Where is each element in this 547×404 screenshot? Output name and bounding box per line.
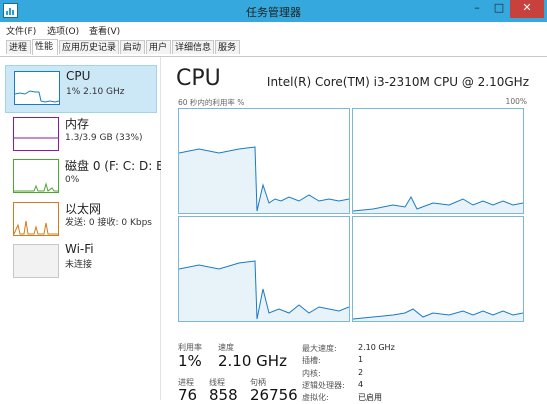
menu-bar: 文件(F) 选项(O) 查看(V)	[0, 22, 547, 38]
page-title: CPU	[176, 66, 221, 91]
virtualization-label: 虚拟化:	[302, 393, 329, 402]
tab-bar: 进程 性能 应用历史记录 启动 用户 详细信息 服务	[0, 38, 547, 57]
sockets-label: 插槽:	[302, 356, 321, 365]
cpu-core-graph-3[interactable]	[178, 216, 350, 322]
cpu-model-name: Intel(R) Core(TM) i3-2310M CPU @ 2.10GHz	[266, 75, 529, 89]
ethernet-thumbnail-graph	[13, 202, 59, 236]
sidebar-item-detail: 发送: 0 接收: 0 Kbps	[65, 218, 152, 228]
title-bar: 任务管理器 – □ ✕	[0, 0, 547, 22]
cpu-detail-pane: CPU Intel(R) Core(TM) i3-2310M CPU @ 2.1…	[161, 57, 547, 404]
window-title: 任务管理器	[246, 6, 301, 19]
logical-processors-label: 逻辑处理器:	[302, 381, 345, 390]
memory-thumbnail-graph	[13, 117, 59, 151]
tab-performance[interactable]: 性能	[32, 39, 58, 55]
cpu-thumbnail-graph	[14, 71, 60, 105]
tab-processes[interactable]: 进程	[6, 40, 31, 54]
close-button[interactable]: ✕	[510, 0, 544, 18]
cores-value: 2	[358, 368, 364, 377]
logical-processors-value: 4	[358, 380, 364, 389]
sidebar-item-wifi[interactable]: Wi-Fi 未连接	[5, 239, 157, 287]
menu-options[interactable]: 选项(O)	[47, 24, 79, 37]
wifi-thumbnail-graph	[13, 244, 59, 278]
sidebar-item-label: 以太网	[65, 202, 102, 216]
menu-view[interactable]: 查看(V)	[89, 24, 120, 37]
processes-value: 76	[178, 386, 198, 404]
utilization-caption: 60 秒内的利用率 %	[178, 98, 245, 107]
tab-users[interactable]: 用户	[146, 40, 171, 54]
threads-value: 858	[209, 386, 238, 404]
sidebar-item-label: CPU	[66, 69, 91, 83]
sockets-value: 1	[358, 355, 364, 364]
utilization-value: 1%	[178, 352, 202, 370]
virtualization-value: 已启用	[358, 393, 382, 402]
sidebar-item-cpu[interactable]: CPU 1% 2.10 GHz	[5, 65, 157, 113]
cpu-core-graph-1[interactable]	[178, 108, 350, 214]
sidebar-item-detail: 1% 2.10 GHz	[66, 87, 125, 97]
disk-thumbnail-graph	[13, 159, 59, 193]
max-percent-label: 100%	[505, 97, 527, 106]
sidebar-item-detail: 1.3/3.9 GB (33%)	[65, 133, 143, 143]
minimize-button[interactable]: –	[466, 0, 488, 18]
sidebar-item-memory[interactable]: 内存 1.3/3.9 GB (33%)	[5, 112, 157, 160]
cpu-core-graph-2[interactable]	[352, 108, 524, 214]
max-speed-value: 2.10 GHz	[358, 343, 395, 352]
resource-sidebar: CPU 1% 2.10 GHz 内存 1.3/3.9 GB (33%) 磁盘 0…	[0, 57, 168, 400]
sidebar-item-label: 内存	[65, 117, 90, 131]
maximize-button[interactable]: □	[488, 0, 510, 18]
sidebar-item-label: Wi-Fi	[65, 242, 94, 256]
tab-app-history[interactable]: 应用历史记录	[59, 40, 119, 54]
cores-label: 内核:	[302, 369, 321, 378]
menu-file[interactable]: 文件(F)	[6, 24, 36, 37]
tab-startup[interactable]: 启动	[120, 40, 145, 54]
sidebar-item-disk[interactable]: 磁盘 0 (F: C: D: E: 0%	[5, 154, 168, 202]
sidebar-item-detail: 未连接	[65, 260, 93, 270]
handles-value: 26756	[250, 386, 298, 404]
max-speed-label: 最大速度:	[302, 344, 337, 353]
tab-services[interactable]: 服务	[215, 40, 240, 54]
cpu-core-graph-4[interactable]	[352, 216, 524, 322]
speed-value: 2.10 GHz	[218, 352, 287, 370]
sidebar-item-detail: 0%	[65, 175, 80, 185]
sidebar-item-ethernet[interactable]: 以太网 发送: 0 接收: 0 Kbps	[5, 197, 157, 245]
tab-details[interactable]: 详细信息	[172, 40, 214, 54]
sidebar-item-label: 磁盘 0 (F: C: D: E:	[65, 159, 168, 173]
